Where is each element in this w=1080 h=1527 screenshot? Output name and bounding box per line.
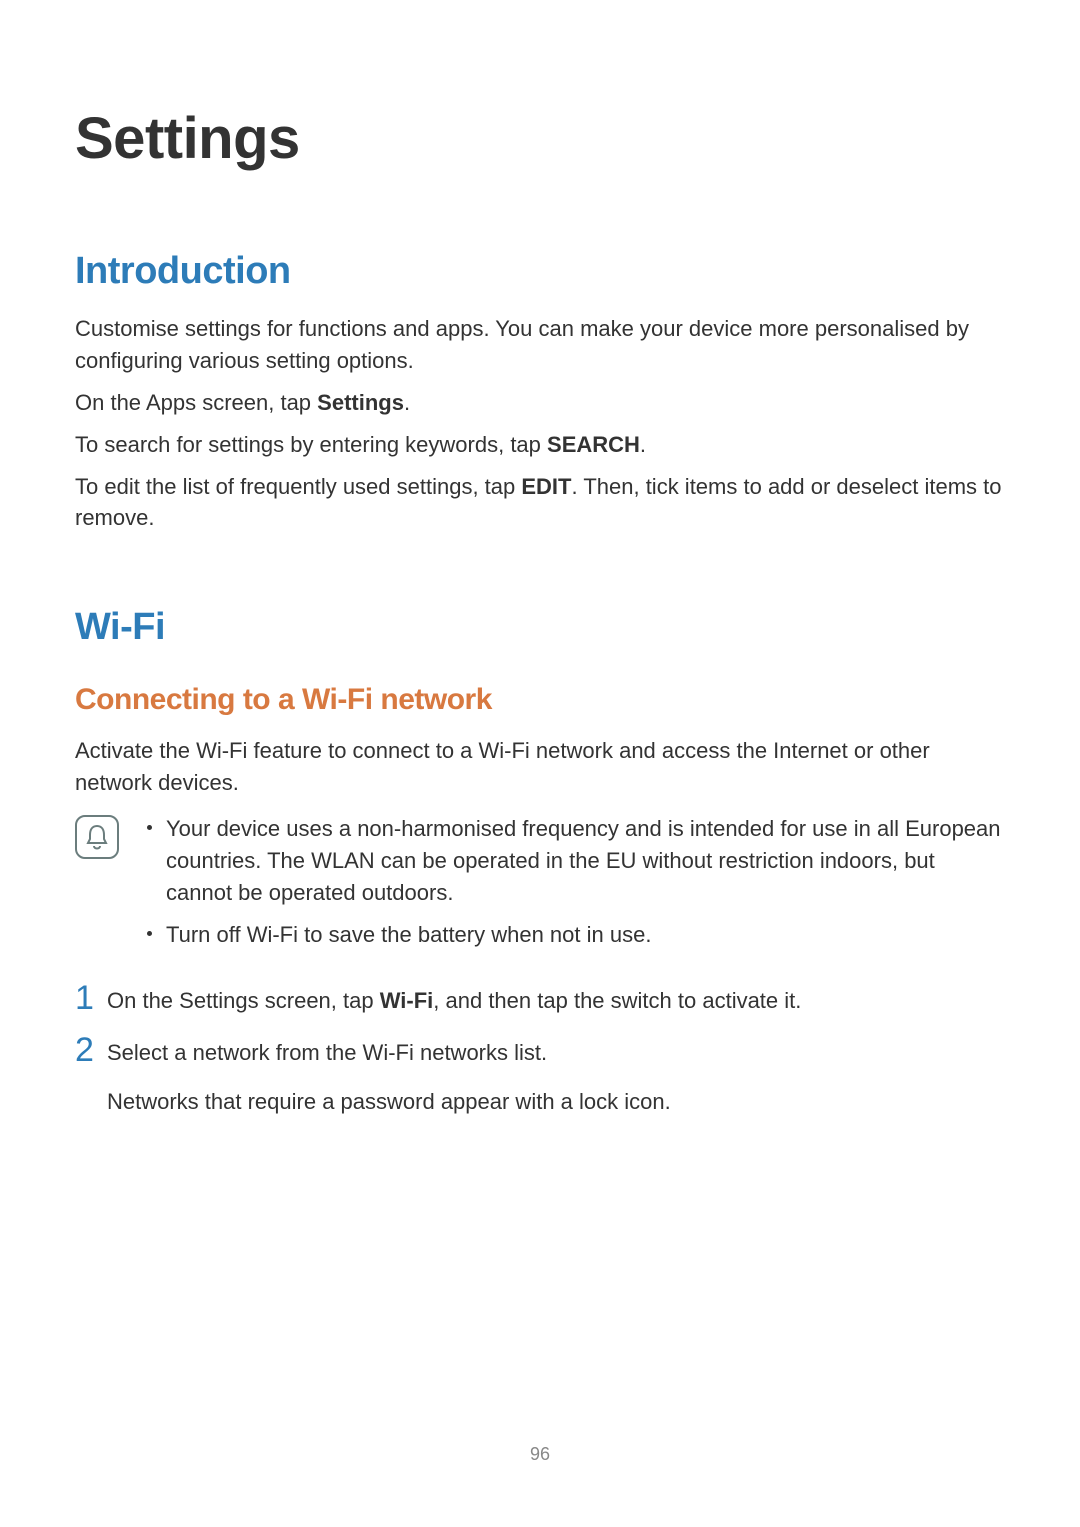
bullet-dot-icon [147, 825, 152, 830]
intro-para-4-pre: To edit the list of frequently used sett… [75, 474, 521, 499]
intro-para-2-post: . [404, 390, 410, 415]
step-1: 1 On the Settings screen, tap Wi-Fi, and… [75, 983, 1005, 1017]
note-icon-container [75, 815, 119, 859]
intro-para-2: On the Apps screen, tap Settings. [75, 387, 1005, 419]
page-number: 96 [0, 1444, 1080, 1465]
bell-icon [85, 824, 109, 850]
note-bullet-1: Your device uses a non-harmonised freque… [147, 813, 1005, 909]
wifi-heading: Wi-Fi [75, 606, 1005, 649]
wifi-para: Activate the Wi-Fi feature to connect to… [75, 735, 1005, 799]
intro-para-4: To edit the list of frequently used sett… [75, 471, 1005, 535]
intro-para-2-bold: Settings [317, 390, 404, 415]
wifi-subheading: Connecting to a Wi-Fi network [75, 683, 1005, 717]
step-2-sub: Networks that require a password appear … [107, 1086, 1005, 1118]
step-1-post: , and then tap the switch to activate it… [433, 988, 801, 1013]
intro-para-1: Customise settings for functions and app… [75, 313, 1005, 377]
step-1-bold: Wi-Fi [380, 988, 434, 1013]
note-block: Your device uses a non-harmonised freque… [75, 813, 1005, 961]
note-bullet-1-text: Your device uses a non-harmonised freque… [166, 813, 1005, 909]
step-2-number: 2 [75, 1033, 107, 1067]
step-2: 2 Select a network from the Wi-Fi networ… [75, 1035, 1005, 1069]
step-1-pre: On the Settings screen, tap [107, 988, 380, 1013]
intro-para-3-post: . [640, 432, 646, 457]
bullet-dot-icon [147, 931, 152, 936]
note-bullet-2: Turn off Wi-Fi to save the battery when … [147, 919, 1005, 951]
intro-para-3-pre: To search for settings by entering keywo… [75, 432, 547, 457]
intro-para-2-pre: On the Apps screen, tap [75, 390, 317, 415]
step-1-number: 1 [75, 981, 107, 1015]
note-bullet-2-text: Turn off Wi-Fi to save the battery when … [166, 919, 651, 951]
note-content: Your device uses a non-harmonised freque… [147, 813, 1005, 961]
step-2-body: Select a network from the Wi-Fi networks… [107, 1035, 1005, 1069]
step-1-body: On the Settings screen, tap Wi-Fi, and t… [107, 983, 1005, 1017]
intro-para-4-bold: EDIT [521, 474, 571, 499]
intro-para-3-bold: SEARCH [547, 432, 640, 457]
page-title: Settings [75, 105, 1005, 172]
introduction-heading: Introduction [75, 250, 1005, 293]
intro-para-3: To search for settings by entering keywo… [75, 429, 1005, 461]
